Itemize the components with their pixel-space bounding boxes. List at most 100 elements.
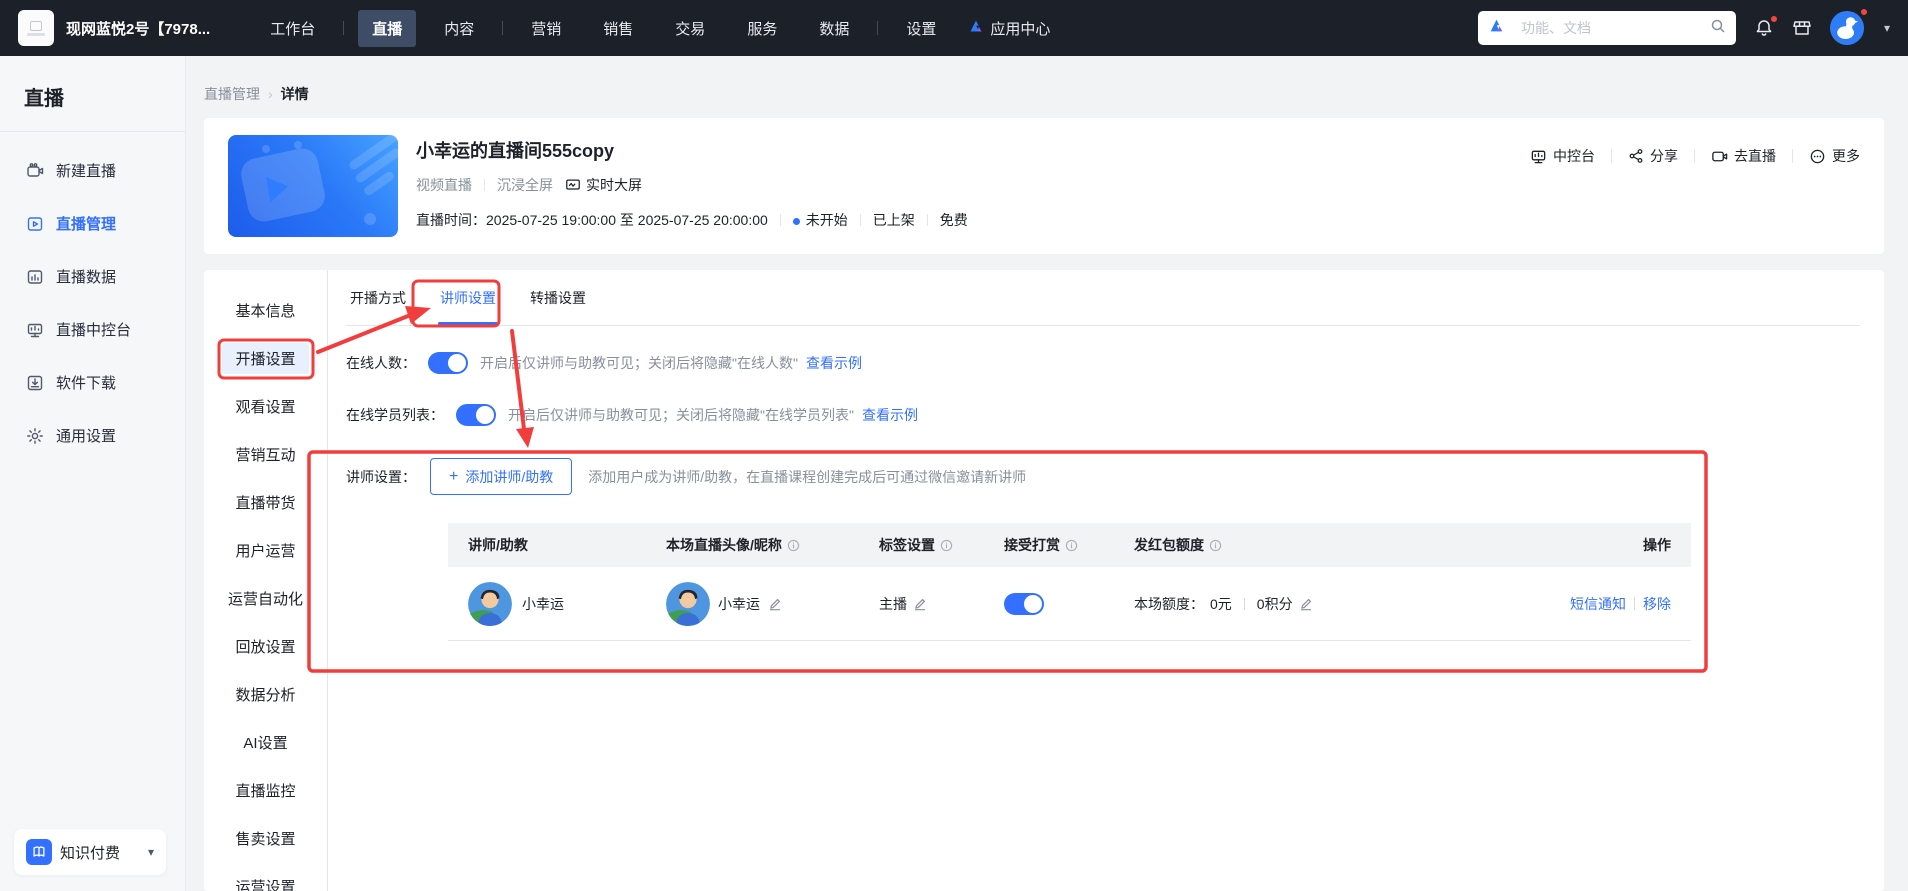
settings-nav-replay[interactable]: 回放设置 <box>204 622 327 670</box>
edit-tag-icon[interactable] <box>913 597 927 611</box>
sidebar-item-general-settings[interactable]: 通用设置 <box>0 409 185 462</box>
tab-lecturer-settings[interactable]: 讲师设置 <box>436 288 500 325</box>
sidebar-title: 直播 <box>24 88 64 110</box>
lecturer-setting-row: 讲师设置： + 添加讲师/助教 添加用户成为讲师/助教，在直播课程创建完成后可通… <box>346 458 1860 495</box>
info-icon[interactable] <box>1065 539 1078 552</box>
lecturer-setting-desc: 添加用户成为讲师/助教，在直播课程创建完成后可通过微信邀请新讲师 <box>588 468 1027 485</box>
nav-item-data[interactable]: 数据 <box>805 10 863 47</box>
search-icon[interactable] <box>1710 18 1726 39</box>
info-icon[interactable] <box>1209 539 1222 552</box>
online-count-example-link[interactable]: 查看示例 <box>806 353 862 373</box>
nav-item-trade[interactable]: 交易 <box>661 10 719 47</box>
lecturer-table: 讲师/助教 本场直播头像/昵称 标签设置 接受打赏 发红包额度 操作 小幸运 小… <box>448 523 1691 641</box>
workspace-logo[interactable] <box>18 10 54 46</box>
live-nickname: 小幸运 <box>718 595 760 612</box>
chevron-down-icon[interactable]: ▾ <box>1884 21 1890 35</box>
live-cover-thumbnail <box>228 135 398 237</box>
account-name[interactable]: 现网蓝悦2号【7978... <box>66 18 210 39</box>
footer-label: 知识付费 <box>60 844 121 862</box>
more-button[interactable]: 更多 <box>1809 146 1860 166</box>
user-avatar[interactable] <box>1829 8 1868 45</box>
sidebar-item-software-download[interactable]: 软件下载 <box>0 356 185 409</box>
info-icon[interactable] <box>940 539 953 552</box>
nav-item-settings[interactable]: 设置 <box>892 10 950 47</box>
nav-divider <box>502 21 504 35</box>
nav-item-app-center[interactable]: 应用中心 <box>964 10 1054 47</box>
go-live-button[interactable]: 去直播 <box>1711 146 1776 166</box>
store-entry[interactable] <box>1792 18 1812 38</box>
sidebar-item-live-data[interactable]: 直播数据 <box>0 250 185 303</box>
screen-icon <box>566 179 580 190</box>
notification-bell[interactable] <box>1754 15 1778 38</box>
settings-nav-marketing[interactable]: 营销互动 <box>204 430 327 478</box>
settings-nav-sell[interactable]: 售卖设置 <box>204 814 327 862</box>
settings-nav-watch[interactable]: 观看设置 <box>204 382 327 430</box>
live-header-card: 小幸运的直播间555copy 视频直播 沉浸全屏 实时大屏 直播时间：2025-… <box>204 118 1884 254</box>
sms-notify-link[interactable]: 短信通知 <box>1570 594 1626 614</box>
remove-link[interactable]: 移除 <box>1643 594 1671 614</box>
meta-divider <box>859 214 861 226</box>
settings-nav-broadcast[interactable]: 开播设置 <box>204 334 327 382</box>
sidebar-menu: 新建直播 直播管理 直播数据 直播中控台 软件下载 通用设置 <box>0 144 185 462</box>
online-count-label: 在线人数： <box>346 355 416 371</box>
nav-item-content[interactable]: 内容 <box>430 10 488 47</box>
left-sidebar: 直播 新建直播 直播管理 直播数据 直播中控台 软件下载 通用设置 知识付费 ▾ <box>0 56 186 891</box>
meta-divider <box>926 214 928 226</box>
lecturer-name: 小幸运 <box>522 595 564 612</box>
avatar <box>1829 11 1864 45</box>
settings-nav-monitor[interactable]: 直播监控 <box>204 766 327 814</box>
live-status: 未开始 <box>792 210 848 230</box>
settings-nav-automation[interactable]: 运营自动化 <box>204 574 327 622</box>
info-icon[interactable] <box>787 539 800 552</box>
knowledge-pay-switcher[interactable]: 知识付费 ▾ <box>14 829 166 875</box>
table-header: 讲师/助教 本场直播头像/昵称 标签设置 接受打赏 发红包额度 操作 <box>448 523 1691 567</box>
lecturer-setting-label: 讲师设置： <box>346 468 416 485</box>
share-icon <box>1629 149 1643 163</box>
edit-quota-icon[interactable] <box>1299 597 1313 611</box>
nav-item-service[interactable]: 服务 <box>733 10 791 47</box>
settings-nav-analysis[interactable]: 数据分析 <box>204 670 327 718</box>
nav-item-workbench[interactable]: 工作台 <box>256 10 329 47</box>
nav-item-sales[interactable]: 销售 <box>589 10 647 47</box>
settings-nav-ops[interactable]: 运营设置 <box>204 862 327 891</box>
reward-toggle[interactable] <box>1004 592 1044 615</box>
nav-divider <box>343 21 345 35</box>
book-icon <box>26 839 52 865</box>
online-list-row: 在线学员列表： 开启后仅讲师与助教可见；关闭后将隐藏"在线学员列表" 查看示例 <box>346 404 1860 426</box>
share-button[interactable]: 分享 <box>1628 146 1678 166</box>
search-logo-icon <box>1488 17 1505 39</box>
tag-divider <box>484 179 485 191</box>
sidebar-item-live-console[interactable]: 直播中控台 <box>0 303 185 356</box>
live-time: 直播时间：2025-07-25 19:00:00 至 2025-07-25 20… <box>416 212 768 228</box>
settings-nav-goods[interactable]: 直播带货 <box>204 478 327 526</box>
console-button[interactable]: 中控台 <box>1530 146 1595 166</box>
live-meta: 直播时间：2025-07-25 19:00:00 至 2025-07-25 20… <box>416 210 968 230</box>
top-nav-right: ▾ <box>1477 8 1890 45</box>
edit-nickname-icon[interactable] <box>768 597 782 611</box>
console-icon <box>27 323 43 337</box>
settings-nav-ai[interactable]: AI设置 <box>204 718 327 766</box>
nav-item-live[interactable]: 直播 <box>358 9 417 47</box>
settings-nav-basic[interactable]: 基本信息 <box>204 286 327 334</box>
sidebar-item-live-manage[interactable]: 直播管理 <box>0 197 185 250</box>
tab-broadcast-mode[interactable]: 开播方式 <box>346 288 410 325</box>
online-list-toggle[interactable] <box>456 404 496 426</box>
camera-icon <box>27 162 44 177</box>
breadcrumb-parent[interactable]: 直播管理 <box>204 84 260 104</box>
nav-item-marketing[interactable]: 营销 <box>517 10 575 47</box>
global-search[interactable] <box>1477 11 1736 45</box>
settings-nav-user-ops[interactable]: 用户运营 <box>204 526 327 574</box>
realtime-screen-tag[interactable]: 实时大屏 <box>565 175 642 195</box>
add-lecturer-button[interactable]: + 添加讲师/助教 <box>430 458 573 495</box>
breadcrumb: 直播管理 › 详情 <box>204 84 1884 104</box>
online-list-example-link[interactable]: 查看示例 <box>862 405 918 425</box>
live-type-tag: 视频直播 <box>416 177 472 193</box>
sidebar-item-new-live[interactable]: 新建直播 <box>0 144 185 197</box>
top-nav: 现网蓝悦2号【7978... 工作台 直播 内容 营销 销售 交易 服务 数据 … <box>0 0 1908 56</box>
notification-badge <box>1769 15 1778 23</box>
tab-relay-settings[interactable]: 转播设置 <box>526 288 590 325</box>
table-row: 小幸运 小幸运 主播 本场额度： 0元 0积分 短信通知 移除 <box>448 567 1691 641</box>
online-count-toggle[interactable] <box>428 352 468 374</box>
search-input[interactable] <box>1520 20 1702 36</box>
live-title: 小幸运的直播间555copy <box>416 141 615 161</box>
